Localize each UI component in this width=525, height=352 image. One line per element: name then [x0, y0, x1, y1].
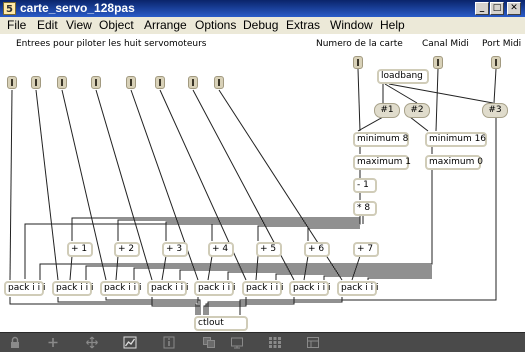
graph-icon[interactable]: [123, 336, 137, 349]
inlet-card-number[interactable]: [353, 56, 363, 69]
pack-object-6[interactable]: pack i i i: [242, 281, 283, 296]
times-8-object[interactable]: * 8: [353, 201, 377, 216]
plus-6-object[interactable]: + 6: [304, 242, 330, 257]
message-1[interactable]: #1: [374, 103, 400, 118]
inlet-servo-6[interactable]: [155, 76, 165, 89]
maximum-0-object[interactable]: maximum 0: [425, 155, 483, 170]
app-icon: 5: [3, 2, 16, 15]
plus-5-object[interactable]: + 5: [256, 242, 282, 257]
menu-file[interactable]: File: [7, 18, 26, 32]
presentation-icon[interactable]: [230, 336, 244, 349]
info-icon[interactable]: [162, 336, 176, 349]
minus-1-object[interactable]: - 1: [353, 178, 377, 193]
inlet-midi-channel[interactable]: [433, 56, 443, 69]
patcher-toolbar: [0, 332, 525, 352]
menu-edit[interactable]: Edit: [37, 18, 58, 32]
menu-help[interactable]: Help: [380, 18, 405, 32]
window-title: carte_servo_128pas: [20, 1, 135, 15]
menu-options[interactable]: Options: [195, 18, 236, 32]
maximize-button[interactable]: □: [490, 2, 504, 15]
inlet-midi-port[interactable]: [491, 56, 501, 69]
lock-icon[interactable]: [8, 336, 22, 349]
comment-midi-port: Port Midi: [482, 39, 522, 49]
menu-extras[interactable]: Extras: [286, 18, 320, 32]
move-icon[interactable]: [85, 336, 99, 349]
pack-object-3[interactable]: pack i i i: [100, 281, 141, 296]
pack-object-5[interactable]: pack i i i: [194, 281, 235, 296]
menu-debug[interactable]: Debug: [243, 18, 278, 32]
message-3[interactable]: #3: [482, 103, 508, 118]
pack-object-1[interactable]: pack i i i: [4, 281, 45, 296]
pack-object-2[interactable]: pack i i i: [52, 281, 93, 296]
inlet-servo-5[interactable]: [126, 76, 136, 89]
close-button[interactable]: ✕: [507, 2, 521, 15]
copy-icon[interactable]: [202, 336, 216, 349]
plus-7-object[interactable]: + 7: [353, 242, 379, 257]
inlet-servo-8[interactable]: [214, 76, 224, 89]
layers-icon[interactable]: [306, 336, 320, 349]
menu-object[interactable]: Object: [99, 18, 134, 32]
maximum-1-object[interactable]: maximum 1: [353, 155, 411, 170]
plus-2-object[interactable]: + 2: [114, 242, 140, 257]
menu-window[interactable]: Window: [330, 18, 373, 32]
menu-arrange[interactable]: Arrange: [144, 18, 187, 32]
plus-1-object[interactable]: + 1: [67, 242, 93, 257]
plus-3-object[interactable]: + 3: [162, 242, 188, 257]
plus-4-object[interactable]: + 4: [208, 242, 234, 257]
inlet-servo-2[interactable]: [31, 76, 41, 89]
patcher-canvas[interactable]: Entrees pour piloter les huit servomoteu…: [0, 34, 525, 332]
loadbang-object[interactable]: loadbang: [377, 69, 429, 84]
add-icon[interactable]: [46, 336, 60, 349]
ctlout-object[interactable]: ctlout: [194, 316, 248, 331]
pack-object-7[interactable]: pack i i i: [289, 281, 330, 296]
inlet-servo-1[interactable]: [7, 76, 17, 89]
minimize-button[interactable]: _: [475, 2, 489, 15]
title-bar: 5 carte_servo_128pas _ □ ✕: [0, 0, 525, 17]
menu-bar: File Edit View Object Arrange Options De…: [0, 17, 525, 35]
message-2[interactable]: #2: [404, 103, 430, 118]
pack-object-8[interactable]: pack i i i: [337, 281, 378, 296]
inlet-servo-4[interactable]: [91, 76, 101, 89]
pack-object-4[interactable]: pack i i i: [147, 281, 188, 296]
minimum-8-object[interactable]: minimum 8: [353, 132, 409, 147]
grid-icon[interactable]: [268, 336, 282, 349]
comment-servo-inputs: Entrees pour piloter les huit servomoteu…: [16, 39, 207, 49]
comment-midi-channel: Canal Midi: [422, 39, 469, 49]
inlet-servo-3[interactable]: [57, 76, 67, 89]
comment-card-number: Numero de la carte: [316, 39, 403, 49]
minimum-16-object[interactable]: minimum 16: [425, 132, 487, 147]
inlet-servo-7[interactable]: [188, 76, 198, 89]
menu-view[interactable]: View: [66, 18, 92, 32]
